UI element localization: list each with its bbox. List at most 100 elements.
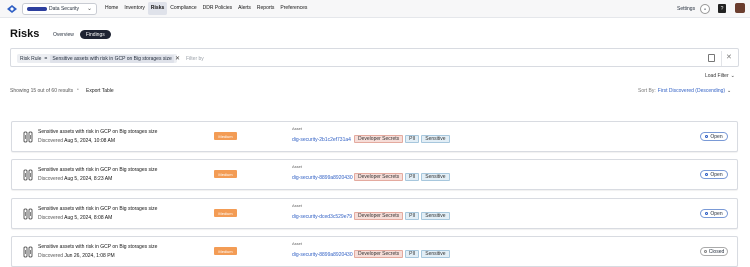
product-logo (27, 7, 47, 11)
load-filter-label: Load Filter (705, 73, 729, 79)
finding-discovered: Discovered Jun 26, 2024, 1:08 PM (38, 253, 115, 259)
asset-label: Asset (292, 203, 303, 208)
divider (721, 51, 722, 66)
tab-findings[interactable]: Findings (79, 30, 111, 39)
settings-link[interactable]: Settings (677, 6, 695, 12)
finding-discovered: Discovered Aug 5, 2024, 8:08 AM (38, 215, 112, 221)
finding-icon (23, 131, 33, 143)
nav-item-ddr-policies[interactable]: DDR Policies (200, 2, 235, 15)
nav-item-home[interactable]: Home (102, 2, 121, 15)
tag-sensitive: Sensitive (421, 212, 450, 220)
status-label: Open (710, 133, 723, 140)
top-nav: Data Security ⌄ Home Inventory Risks Com… (0, 0, 750, 18)
severity-badge: Medium (214, 209, 237, 217)
status-dropdown[interactable]: Open (700, 132, 728, 141)
status-label: Open (710, 210, 723, 217)
discovered-label: Discovered (38, 138, 64, 144)
asset-link[interactable]: dig-security-8899a8920430 (292, 175, 353, 181)
separator-dot: • (77, 87, 79, 93)
filter-chip-value: Sensitive assets with risk in GCP on Big… (50, 54, 174, 63)
page-title: Risks (10, 28, 40, 40)
user-avatar[interactable] (735, 3, 745, 13)
finding-title[interactable]: Sensitive assets with risk in GCP on Big… (38, 206, 157, 212)
tag-pii: PII (405, 173, 420, 181)
tag-sensitive: Sensitive (421, 135, 450, 143)
asset-link[interactable]: dig-security-8899a8920430 (292, 252, 353, 258)
close-icon[interactable]: ✕ (175, 55, 180, 62)
finding-card[interactable]: Sensitive assets with risk in GCP on Big… (11, 198, 738, 229)
tag-list: Developer Secrets PII Sensitive (354, 212, 450, 220)
finding-card[interactable]: Sensitive assets with risk in GCP on Big… (11, 121, 738, 152)
finding-icon (23, 246, 33, 258)
finding-icon (23, 169, 33, 181)
clear-filters-icon[interactable]: ✕ (726, 53, 732, 61)
finding-discovered: Discovered Aug 5, 2024, 10:08 AM (38, 138, 115, 144)
status-dropdown[interactable]: Open (700, 209, 728, 218)
status-dot-icon (703, 250, 707, 253)
finding-title[interactable]: Sensitive assets with risk in GCP on Big… (38, 129, 157, 135)
discovered-label: Discovered (38, 176, 64, 182)
product-select[interactable]: Data Security ⌄ (22, 3, 97, 15)
tag-pii: PII (405, 212, 420, 220)
sort-label: Sort By: (638, 88, 656, 94)
filter-chip[interactable]: Risk Rule = Sensitive assets with risk i… (17, 54, 177, 63)
sort-value: First Discovered (Descending) (657, 88, 726, 94)
discovered-date: Aug 5, 2024, 10:08 AM (64, 138, 116, 144)
tag-developer-secrets: Developer Secrets (354, 173, 404, 181)
filter-chip-field: Risk Rule (20, 55, 42, 62)
status-label: Closed (708, 248, 725, 255)
nav-item-compliance[interactable]: Compliance (167, 2, 199, 15)
bookmark-icon[interactable] (708, 54, 715, 62)
results-count: Showing 15 out of 60 results (10, 88, 74, 94)
view-tabs: Overview Findings (47, 30, 111, 39)
tag-list: Developer Secrets PII Sensitive (354, 135, 450, 143)
asset-label: Asset (292, 164, 303, 169)
status-dropdown[interactable]: Closed (700, 247, 728, 256)
finding-discovered: Discovered Aug 5, 2024, 8:23 AM (38, 176, 112, 182)
discovered-label: Discovered (38, 215, 64, 221)
finding-card[interactable]: Sensitive assets with risk in GCP on Big… (11, 159, 738, 190)
asset-label: Asset (292, 241, 303, 246)
finding-card[interactable]: Sensitive assets with risk in GCP on Big… (11, 236, 738, 267)
discovered-label: Discovered (38, 253, 64, 259)
status-dropdown[interactable]: Open (700, 170, 728, 179)
load-filter-button[interactable]: Load Filter ⌄ (705, 73, 735, 79)
filter-input[interactable]: Filter by (186, 56, 204, 62)
discovered-date: Jun 26, 2024, 1:08 PM (64, 253, 115, 259)
status-label: Open (710, 171, 723, 178)
nav-item-reports[interactable]: Reports (254, 2, 278, 15)
status-dot-icon (705, 135, 709, 138)
severity-badge: Medium (214, 170, 237, 178)
chevron-down-icon: ⌄ (86, 6, 92, 12)
sort-dropdown[interactable]: Sort By: First Discovered (Descending) ⌄ (638, 88, 731, 94)
tag-developer-secrets: Developer Secrets (354, 212, 404, 220)
nav-item-alerts[interactable]: Alerts (235, 2, 254, 15)
finding-title[interactable]: Sensitive assets with risk in GCP on Big… (38, 167, 157, 173)
asset-link[interactable]: dig-security-2b1c2ef731a4 (292, 137, 351, 143)
export-table-button[interactable]: Export Table (86, 88, 114, 94)
help-icon[interactable]: ? (718, 4, 726, 13)
tag-pii: PII (405, 135, 420, 143)
logo-icon[interactable] (6, 4, 18, 14)
asset-link[interactable]: dig-security-dced3c529e79 (292, 214, 352, 220)
nav-item-inventory[interactable]: Inventory (121, 2, 148, 15)
product-name: Data Security (49, 6, 80, 12)
nav-menu: Home Inventory Risks Compliance DDR Poli… (102, 2, 310, 15)
chevron-down-icon: ⌄ (730, 73, 735, 79)
discovered-date: Aug 5, 2024, 8:08 AM (64, 215, 113, 221)
status-dot-icon (705, 212, 709, 215)
account-switcher-icon[interactable]: ● (700, 4, 710, 14)
tag-list: Developer Secrets PII Sensitive (354, 173, 450, 181)
filter-bar: Risk Rule = Sensitive assets with risk i… (10, 48, 739, 67)
tab-overview[interactable]: Overview (47, 30, 80, 39)
filter-chip-operator: = (44, 55, 48, 62)
status-dot-icon (705, 173, 709, 176)
finding-title[interactable]: Sensitive assets with risk in GCP on Big… (38, 244, 157, 250)
asset-label: Asset (292, 126, 303, 131)
discovered-date: Aug 5, 2024, 8:23 AM (64, 176, 113, 182)
nav-item-preferences[interactable]: Preferences (277, 2, 310, 15)
severity-badge: Medium (214, 132, 237, 140)
nav-item-risks[interactable]: Risks (147, 2, 168, 15)
finding-icon (23, 208, 33, 220)
severity-badge: Medium (214, 247, 237, 255)
